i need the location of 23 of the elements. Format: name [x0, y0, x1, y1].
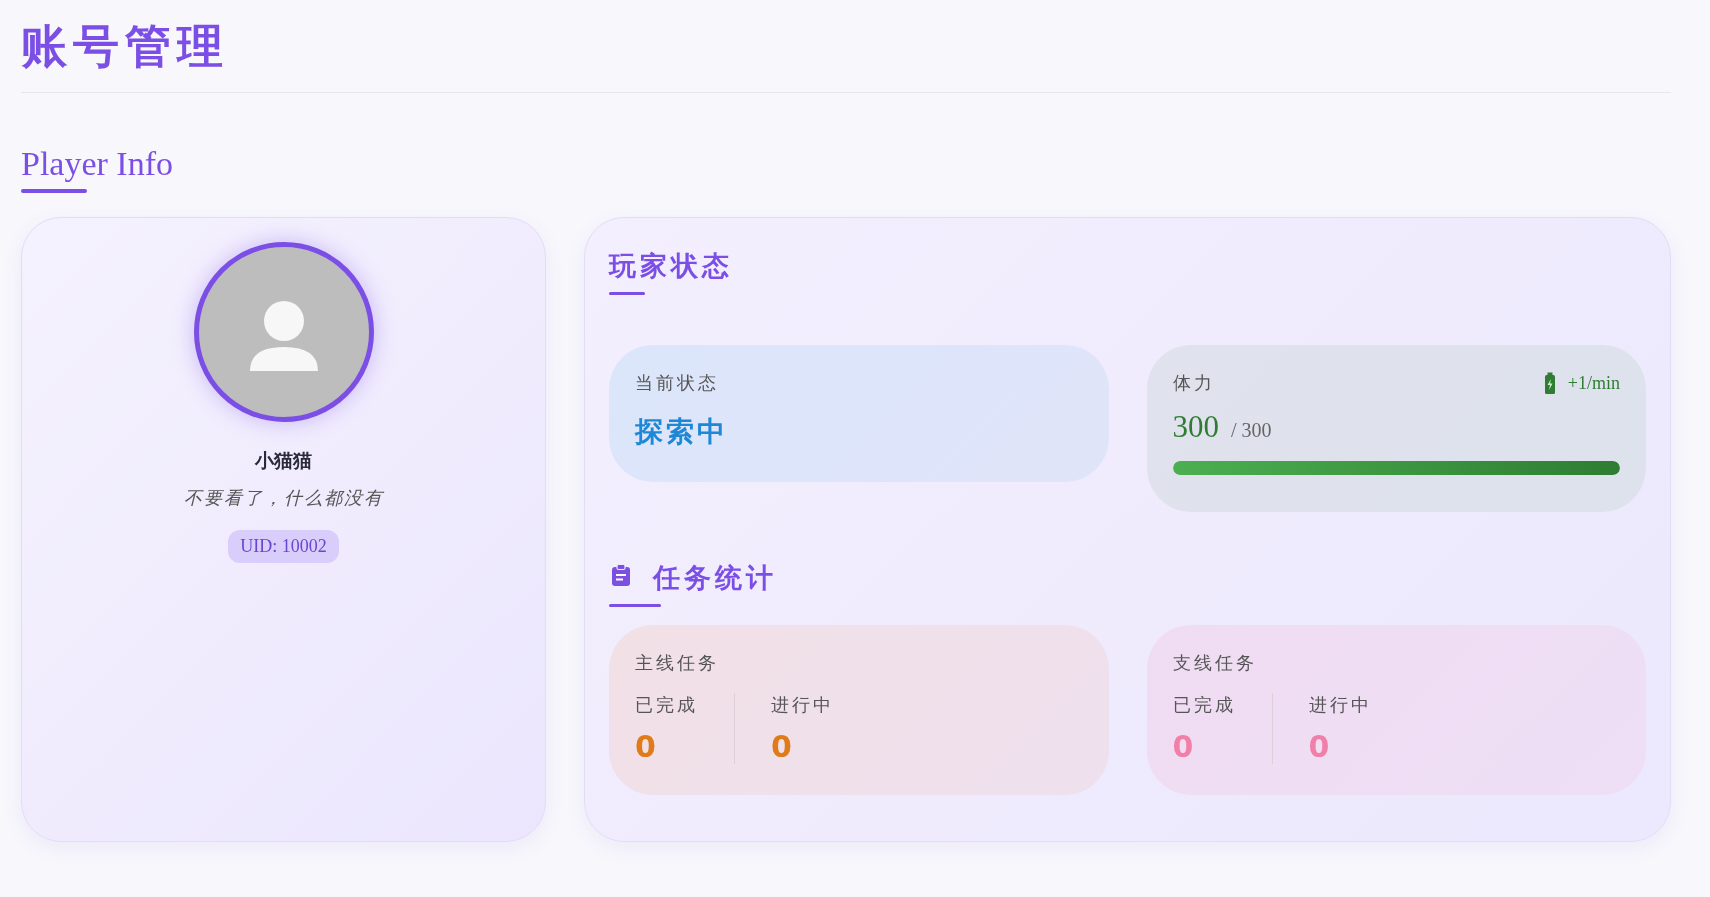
panel-title: 任务统计 [653, 561, 777, 595]
state-value: 探索中 [635, 414, 729, 450]
state-label: 当前状态 [635, 371, 720, 395]
stat-value: 0 [635, 729, 657, 764]
stat-value: 0 [1172, 729, 1195, 764]
stat-label: 进行中 [1308, 693, 1372, 717]
player-motto: 不要看了，什么都没有 [183, 486, 384, 510]
stat-label: 已完成 [635, 693, 698, 717]
task-title: 支线任务 [1172, 651, 1258, 675]
page-title: 账号管理 [21, 18, 230, 75]
section-title: Player Info [21, 145, 173, 183]
uid-badge: UID: 10002 [228, 530, 339, 563]
stamina-value: 300 [1172, 409, 1219, 445]
stamina-label: 体力 [1172, 371, 1215, 395]
panel-title: 玩家状态 [609, 249, 733, 283]
stat-label: 进行中 [771, 693, 834, 717]
player-name: 小猫猫 [255, 448, 312, 473]
task-title: 主线任务 [635, 651, 720, 675]
stamina-max: / 300 [1231, 419, 1272, 442]
stat-value: 0 [771, 729, 793, 764]
regen-rate: +1/min [1567, 372, 1620, 394]
stat-value: 0 [1308, 729, 1331, 764]
stat-label: 已完成 [1172, 693, 1236, 717]
